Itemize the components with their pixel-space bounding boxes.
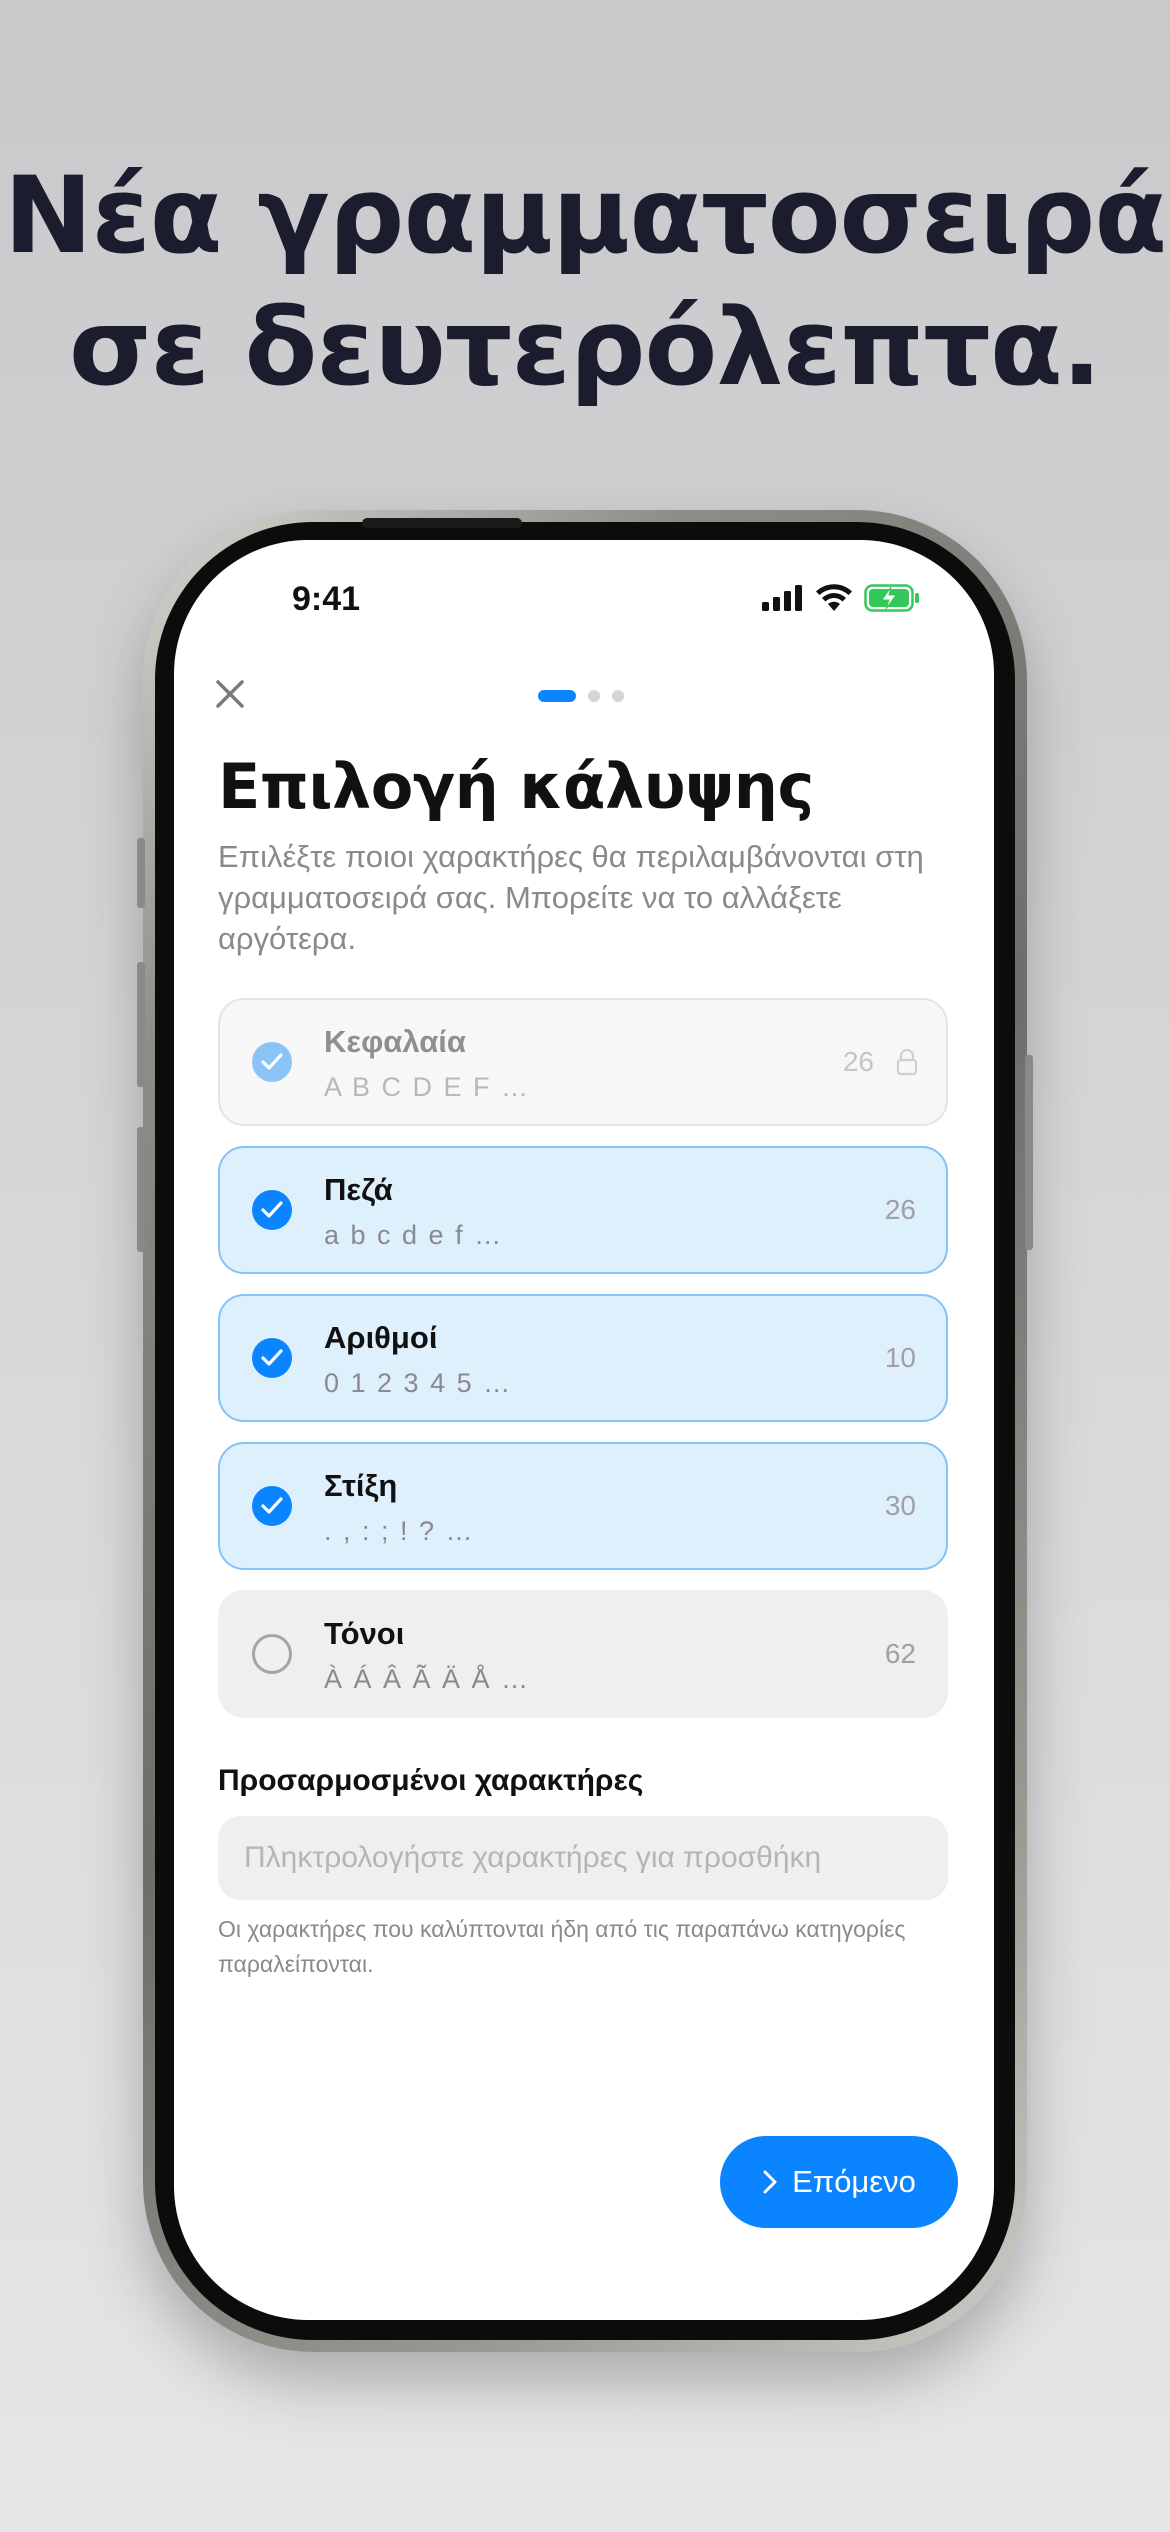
option-sample: A B C D E F … (324, 1072, 531, 1102)
phone-volume-down-button (137, 1127, 145, 1252)
option-sample: À Á Â Ã Ä Å … (324, 1664, 531, 1694)
coverage-option-uppercase: Κεφαλαία A B C D E F … 26 (218, 998, 948, 1126)
option-name: Πεζά (324, 1172, 393, 1207)
wifi-icon (816, 584, 852, 611)
option-count: 26 (842, 1046, 874, 1077)
option-name: Τόνοι (324, 1616, 405, 1651)
option-name: Στίξη (324, 1468, 398, 1503)
phone-screen: 9:41 Επιλογή κάλυψης Επιλέξτε ποιοι χαρα… (174, 540, 994, 2320)
page-indicator (538, 690, 624, 702)
option-sample: a b c d e f … (324, 1220, 504, 1250)
custom-characters-input[interactable] (218, 1816, 948, 1900)
battery-charging-icon (864, 584, 919, 612)
next-button[interactable]: Επόμενο (720, 2136, 958, 2228)
page-dot (612, 690, 624, 702)
coverage-option-punctuation[interactable]: Στίξη . , : ; ! ? … 30 (218, 1442, 948, 1570)
checkmark-icon (252, 1486, 292, 1526)
custom-characters-hint: Οι χαρακτήρες που καλύπτονται ήδη από τι… (218, 1916, 906, 1977)
checkmark-icon (252, 1338, 292, 1378)
coverage-option-numbers[interactable]: Αριθμοί 0 1 2 3 4 5 … 10 (218, 1294, 948, 1422)
option-count: 30 (884, 1490, 916, 1521)
option-name: Κεφαλαία (324, 1024, 466, 1059)
phone-action-button (137, 838, 145, 908)
page-title: Επιλογή κάλυψης (218, 750, 814, 823)
page-subtitle: Επιλέξτε ποιοι χαρακτήρες θα περιλαμβάνο… (218, 839, 924, 956)
radio-empty-icon (252, 1634, 292, 1674)
custom-characters-label: Προσαρμοσμένοι χαρακτήρες (218, 1764, 644, 1797)
coverage-option-lowercase[interactable]: Πεζά a b c d e f … 26 (218, 1146, 948, 1274)
option-count: 62 (884, 1638, 916, 1669)
checkmark-icon (252, 1190, 292, 1230)
status-icons (762, 584, 920, 612)
page-dot-active (538, 690, 576, 702)
status-time: 9:41 (292, 580, 361, 618)
marketing-headline: Νέα γραμματοσειρά σε δευτερόλεπτα. (0, 150, 1170, 414)
phone-volume-up-button (137, 962, 145, 1087)
headline-line-2: σε δευτερόλεπτα. (69, 286, 1102, 409)
option-sample: . , : ; ! ? … (324, 1516, 475, 1546)
headline-line-1: Νέα γραμματοσειρά (3, 154, 1167, 277)
chevron-right-icon (763, 2170, 777, 2194)
next-button-label: Επόμενο (792, 2164, 916, 2199)
lock-icon (896, 1048, 918, 1076)
cellular-signal-icon (762, 585, 802, 611)
page-dot (588, 690, 600, 702)
option-name: Αριθμοί (324, 1320, 438, 1355)
option-count: 10 (884, 1342, 916, 1373)
phone-top-speaker (362, 518, 522, 528)
option-sample: 0 1 2 3 4 5 … (324, 1368, 513, 1398)
option-count: 26 (884, 1194, 916, 1225)
coverage-option-accents[interactable]: Τόνοι À Á Â Ã Ä Å … 62 (218, 1590, 948, 1718)
phone-power-button (1025, 1055, 1033, 1250)
checkmark-icon (252, 1042, 292, 1082)
close-icon[interactable] (210, 674, 250, 714)
